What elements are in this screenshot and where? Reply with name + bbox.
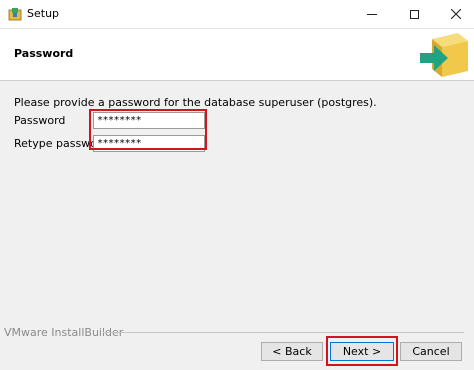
box-arrow-logo-icon bbox=[420, 33, 468, 77]
window-title: Setup bbox=[27, 7, 60, 20]
footer-divider bbox=[103, 332, 464, 333]
setup-window: Setup Password Please provide a password… bbox=[0, 0, 474, 370]
password-label: Password bbox=[14, 114, 66, 127]
cancel-button[interactable]: Cancel bbox=[400, 342, 462, 361]
next-button-highlight bbox=[326, 336, 398, 366]
title-bar: Setup bbox=[0, 0, 474, 29]
maximize-icon bbox=[409, 9, 419, 19]
close-button[interactable] bbox=[439, 0, 473, 28]
page-title: Password bbox=[14, 47, 74, 60]
page-header: Password bbox=[0, 29, 474, 81]
installer-icon bbox=[8, 8, 22, 21]
maximize-button[interactable] bbox=[397, 0, 431, 28]
instructions-text: Please provide a password for the databa… bbox=[14, 96, 377, 109]
minimize-button[interactable] bbox=[355, 0, 389, 28]
password-fields-highlight bbox=[89, 109, 207, 150]
close-icon bbox=[451, 9, 461, 19]
minimize-icon bbox=[367, 13, 377, 15]
back-button[interactable]: < Back bbox=[261, 342, 323, 361]
